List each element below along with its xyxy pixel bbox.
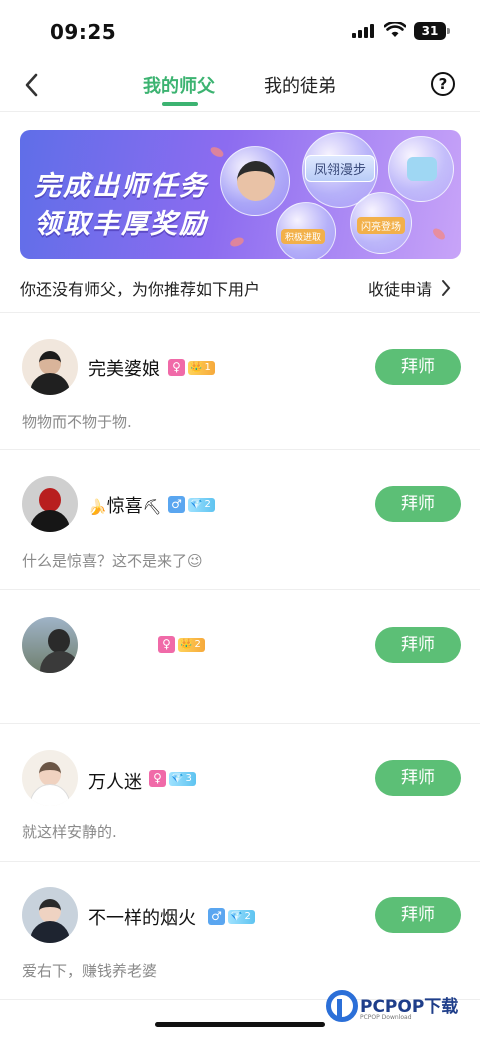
become-apprentice-button[interactable]: 拜师 bbox=[375, 486, 461, 522]
heart-crown-icon: 👑 bbox=[190, 361, 203, 373]
avatar[interactable] bbox=[22, 887, 78, 943]
avatar-bubble bbox=[220, 146, 290, 216]
top-nav: 我的师父 我的徒弟 ? bbox=[0, 62, 480, 112]
pcpop-logo-icon bbox=[326, 990, 358, 1022]
tag-bubble: 积极进取 bbox=[276, 202, 336, 259]
recommend-text: 你还没有师父，为你推荐如下用户 bbox=[20, 280, 261, 299]
user-badges: ♀ 💎 3 bbox=[149, 770, 196, 787]
pet-icon bbox=[407, 157, 437, 181]
battery-icon: 31 bbox=[414, 22, 450, 40]
user-bio: 就这样安静的. bbox=[22, 823, 117, 841]
promo-banner[interactable]: 完成出师任务 领取丰厚奖励 凤翎漫步 积极进取 闪亮登场 bbox=[20, 130, 461, 259]
list-item: 🍌惊喜⛏ ♂ 💎 2 拜师 什么是惊喜？这不是来了😉 bbox=[0, 450, 480, 590]
diamond-icon: 💎 bbox=[171, 772, 184, 784]
avatar[interactable] bbox=[22, 617, 78, 673]
become-apprentice-button[interactable]: 拜师 bbox=[375, 627, 461, 663]
avatar[interactable] bbox=[22, 339, 78, 395]
become-apprentice-button[interactable]: 拜师 bbox=[375, 897, 461, 933]
face-icon bbox=[237, 161, 275, 201]
female-gender-icon: ♀ bbox=[149, 770, 166, 787]
level-badge: 👑 1 bbox=[188, 360, 215, 375]
status-bar: 09:25 31 bbox=[0, 0, 480, 62]
petal-decoration bbox=[431, 226, 447, 242]
active-tab-indicator bbox=[162, 102, 198, 106]
list-item: 万人迷 ♀ 💎 3 拜师 就这样安静的. bbox=[0, 724, 480, 862]
banner-subheadline: 领取丰厚奖励 bbox=[34, 209, 208, 240]
diamond-icon: 💎 bbox=[190, 498, 203, 510]
bubble-tag-label: 凤翎漫步 bbox=[305, 155, 376, 182]
user-nickname: 不一样的烟火 bbox=[88, 908, 196, 929]
watermark: PCPOP下载 PCPOP Download bbox=[326, 990, 476, 1032]
user-bio: 爱右下，赚钱养老婆 bbox=[22, 962, 158, 980]
back-arrow-icon[interactable] bbox=[18, 70, 48, 100]
user-badges: ♂ 💎 2 bbox=[208, 908, 255, 925]
avatar[interactable] bbox=[22, 750, 78, 806]
help-icon[interactable]: ? bbox=[431, 72, 455, 96]
apprentice-apply-link[interactable]: 收徒申请 bbox=[368, 276, 432, 300]
pet-bubble bbox=[388, 136, 454, 202]
tab-my-master[interactable]: 我的师父 bbox=[143, 72, 215, 98]
user-bio: 物物而不物于物. bbox=[22, 413, 132, 431]
home-indicator[interactable] bbox=[155, 1022, 325, 1027]
petal-decoration bbox=[208, 145, 226, 159]
chevron-right-icon[interactable] bbox=[440, 278, 452, 298]
become-apprentice-button[interactable]: 拜师 bbox=[375, 349, 461, 385]
level-badge: 💎 2 bbox=[228, 909, 255, 924]
level-badge: 💎 3 bbox=[169, 771, 196, 786]
male-gender-icon: ♂ bbox=[208, 908, 225, 925]
status-time: 09:25 bbox=[50, 20, 117, 44]
banner-headline: 完成出师任务 bbox=[34, 171, 208, 202]
user-badges: ♂ 💎 2 bbox=[168, 496, 215, 513]
user-nickname: 完美婆娘 bbox=[88, 359, 160, 380]
level-badge: 💎 2 bbox=[188, 497, 215, 512]
avatar[interactable] bbox=[22, 476, 78, 532]
petal-decoration bbox=[229, 235, 245, 249]
bubble-tag-label: 闪亮登场 bbox=[357, 217, 405, 234]
user-badges: ♀ 👑 2 bbox=[158, 636, 205, 653]
user-nickname: 万人迷 bbox=[88, 772, 142, 793]
list-item: 完美婆娘 ♀ 👑 1 拜师 物物而不物于物. bbox=[0, 313, 480, 450]
wifi-icon bbox=[384, 22, 406, 37]
bubble-tag-label: 积极进取 bbox=[281, 229, 326, 244]
female-gender-icon: ♀ bbox=[158, 636, 175, 653]
diamond-icon: 💎 bbox=[230, 910, 243, 922]
tag-bubble: 闪亮登场 bbox=[350, 192, 412, 254]
user-bio: 什么是惊喜？这不是来了😉 bbox=[22, 552, 203, 570]
become-apprentice-button[interactable]: 拜师 bbox=[375, 760, 461, 796]
pickaxe-icon: ⛏ bbox=[142, 498, 162, 516]
tab-my-apprentice[interactable]: 我的徒弟 bbox=[264, 72, 336, 98]
level-badge: 👑 2 bbox=[178, 637, 205, 652]
male-gender-icon: ♂ bbox=[168, 496, 185, 513]
watermark-subtitle: PCPOP Download bbox=[360, 1014, 412, 1021]
banana-icon: 🍌 bbox=[88, 498, 107, 516]
female-gender-icon: ♀ bbox=[168, 359, 185, 376]
list-item: ♀ 👑 2 拜师 bbox=[0, 590, 480, 724]
heart-crown-icon: 👑 bbox=[180, 638, 193, 650]
user-nickname: 🍌惊喜⛏ bbox=[88, 496, 162, 517]
cellular-signal-icon bbox=[352, 24, 376, 38]
list-item: 不一样的烟火 ♂ 💎 2 拜师 爱右下，赚钱养老婆 bbox=[0, 862, 480, 1000]
user-badges: ♀ 👑 1 bbox=[168, 359, 215, 376]
